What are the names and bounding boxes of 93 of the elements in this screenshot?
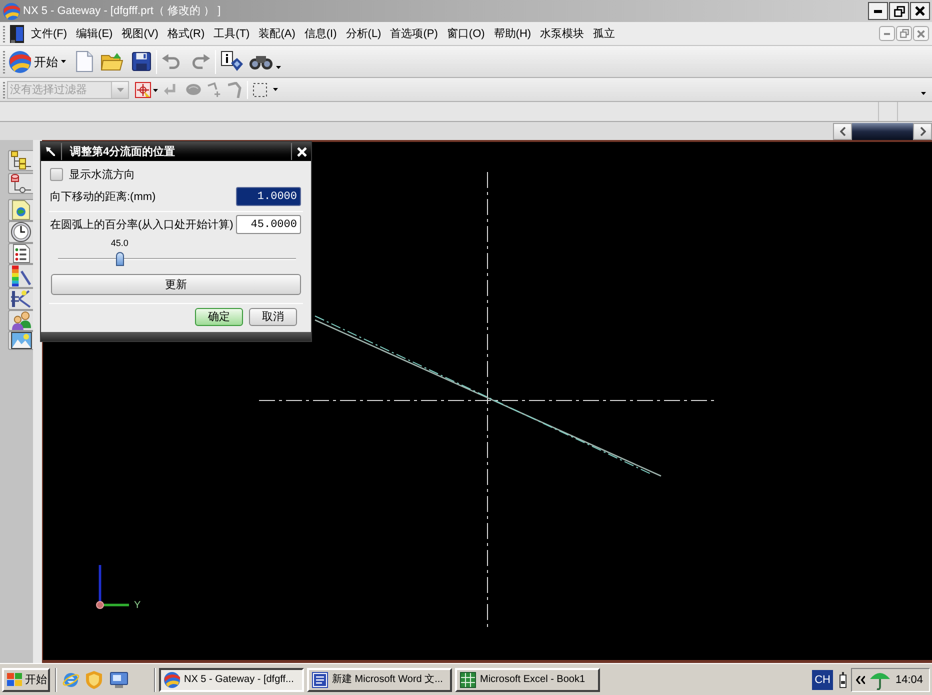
caret-icon — [276, 66, 281, 69]
app-logo-icon — [164, 672, 180, 688]
app-logo-icon — [9, 50, 31, 72]
selection-rectangle-icon[interactable] — [253, 82, 267, 96]
diagonal-arrow-icon[interactable] — [46, 147, 55, 156]
app-menu-icon[interactable] — [10, 24, 24, 42]
field-label: 向下移动的距离:(mm) — [50, 190, 156, 204]
start-button[interactable]: 开始 — [2, 668, 50, 692]
close-icon — [297, 146, 307, 156]
desktop-icon[interactable] — [110, 672, 128, 688]
caret-icon — [116, 88, 124, 92]
list-icon — [12, 244, 30, 263]
menu-item[interactable]: 装配(A) — [254, 26, 300, 40]
restore-icon — [894, 6, 904, 16]
language-indicator[interactable]: CH — [812, 670, 834, 690]
filter-value: 没有选择过滤器 — [9, 82, 88, 96]
menu-item[interactable]: 编辑(E) — [72, 26, 117, 40]
save-icon[interactable] — [132, 52, 151, 71]
caret-icon — [273, 88, 278, 91]
menu-item[interactable]: 文件(F) — [27, 26, 72, 40]
menu-item[interactable]: 信息(I) — [300, 26, 341, 40]
landscape-icon — [10, 332, 32, 349]
window-title: NX 5 - Gateway - [dfgfff.prt（ 修改的 ） ] — [23, 4, 221, 18]
minimize-icon — [874, 10, 882, 12]
caret-icon — [921, 92, 926, 95]
menu-item[interactable]: 帮助(H) — [490, 26, 536, 40]
caret-icon — [61, 60, 66, 63]
tool-icon — [11, 289, 31, 309]
resource-tab[interactable] — [8, 264, 33, 288]
slider-track[interactable] — [58, 252, 296, 266]
menu-item[interactable]: 格式(R) — [163, 26, 209, 40]
menu-item[interactable]: 分析(L) — [342, 26, 386, 40]
tree-icon — [11, 151, 31, 170]
axis-triad-icon — [96, 564, 130, 609]
close-icon — [915, 6, 925, 16]
info-icon[interactable] — [221, 50, 243, 72]
caret-icon — [153, 89, 158, 92]
menu-item[interactable]: 视图(V) — [118, 26, 162, 40]
axis-label: Y — [134, 600, 141, 612]
close-icon — [917, 30, 925, 38]
scroll-right-button[interactable] — [913, 122, 932, 140]
people-icon — [10, 311, 32, 330]
menu-item[interactable]: 首选项(P) — [386, 26, 442, 40]
taskbar-button[interactable]: NX 5 - Gateway - [dfgff... — [159, 668, 304, 692]
document-globe-icon — [12, 200, 30, 220]
resource-tab[interactable] — [8, 221, 33, 243]
resource-tab[interactable] — [8, 243, 33, 264]
menu-item[interactable]: 孤立 — [589, 26, 620, 40]
dialog-button[interactable]: 确定 — [195, 308, 243, 326]
minimize-button[interactable] — [868, 2, 888, 20]
dialog-button[interactable]: 取消 — [249, 308, 297, 326]
menu-item[interactable]: 工具(T) — [210, 26, 254, 40]
scroll-left-button[interactable] — [833, 122, 852, 140]
checkbox[interactable] — [50, 168, 63, 181]
restore-button[interactable] — [889, 2, 909, 20]
resource-tab[interactable] — [8, 288, 33, 310]
taskbar-button[interactable]: 新建 Microsoft Word 文... — [307, 668, 452, 692]
redo-icon[interactable] — [191, 54, 210, 69]
close-button[interactable] — [910, 2, 930, 20]
app-logo-icon — [3, 2, 20, 20]
checkbox-label: 显示水流方向 — [69, 168, 135, 182]
binoculars-icon[interactable] — [249, 54, 273, 70]
slider-value: 45.0 — [110, 237, 128, 249]
device-icon[interactable] — [839, 672, 848, 688]
browser-icon[interactable] — [62, 670, 80, 688]
color-bar-icon — [12, 265, 30, 287]
part-tree-icon — [11, 174, 31, 193]
folder-icon[interactable] — [101, 52, 123, 71]
resource-tab[interactable] — [8, 173, 33, 194]
start-menu-button[interactable]: 开始 — [9, 48, 66, 74]
menu-item[interactable]: 水泵模块 — [536, 26, 588, 40]
input-field[interactable]: 1.0000 — [236, 187, 301, 206]
resource-tab[interactable] — [8, 150, 33, 171]
minimize-icon — [884, 32, 890, 34]
double-chevron-icon[interactable] — [856, 676, 866, 684]
windows-flag-icon — [7, 673, 22, 686]
clock-icon — [11, 222, 31, 242]
input-field[interactable]: 45.0000 — [236, 215, 301, 234]
clock: 14:04 — [895, 672, 923, 686]
undo-icon[interactable] — [162, 54, 181, 69]
new-file-icon[interactable] — [76, 51, 93, 72]
slider-thumb[interactable] — [116, 252, 124, 266]
scrollbar-thumb[interactable] — [852, 122, 913, 140]
taskbar-button[interactable]: Microsoft Excel - Book1 — [455, 668, 600, 692]
restore-icon — [900, 29, 908, 38]
menu-item[interactable]: 窗口(O) — [442, 26, 489, 40]
field-label: 在圆弧上的百分率(从入口处开始计算) — [50, 218, 234, 232]
dialog-title: 调整第4分流面的位置 — [70, 144, 176, 158]
crosshair-icon[interactable] — [135, 82, 151, 98]
spreadsheet-icon — [460, 672, 476, 688]
update-button[interactable]: 更新 — [51, 274, 301, 295]
resource-tab[interactable] — [8, 331, 33, 350]
document-icon — [312, 672, 328, 688]
